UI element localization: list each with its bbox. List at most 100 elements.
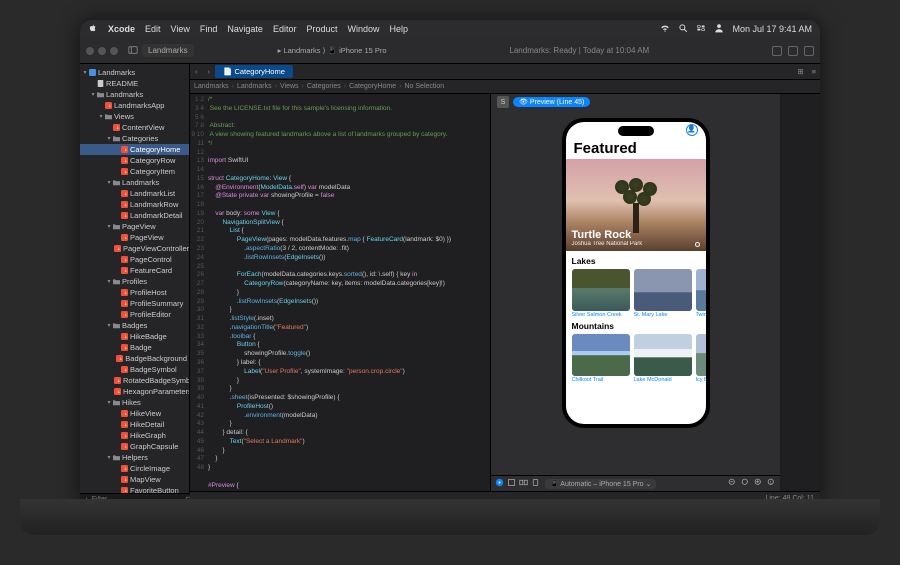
tree-item-landmarklist[interactable]: LandmarkList [80,188,189,199]
menu-window[interactable]: Window [347,24,379,34]
tree-item-hikedetail[interactable]: HikeDetail [80,419,189,430]
tree-item-badge[interactable]: Badge [80,342,189,353]
tree-item-landmarks[interactable]: ▾Landmarks [80,67,189,78]
user-icon[interactable] [714,23,724,35]
featured-hero[interactable]: Turtle Rock Joshua Tree National Park [566,159,706,251]
device-selector[interactable]: 📱 Automatic – iPhone 15 Pro ⌄ [545,479,656,489]
tree-item-views[interactable]: ▾Views [80,111,189,122]
tree-item-hikegraph[interactable]: HikeGraph [80,430,189,441]
landmark-card[interactable]: Silver Salmon Creek [572,269,630,318]
jump-bar[interactable]: Landmarks›Landmarks›Views›Categories›Cat… [190,80,820,94]
tree-item-categoryitem[interactable]: CategoryItem [80,166,189,177]
tree-item-profilesummary[interactable]: ProfileSummary [80,298,189,309]
landmark-card[interactable]: Icy Bay [696,334,706,383]
tree-item-hikes[interactable]: ▾Hikes [80,397,189,408]
menu-help[interactable]: Help [390,24,409,34]
tree-item-circleimage[interactable]: CircleImage [80,463,189,474]
run-destination[interactable]: ▸ Landmarks ⟩ 📱 iPhone 15 Pro [278,46,387,55]
tree-item-badges[interactable]: ▾Badges [80,320,189,331]
inspectors-toggle-icon[interactable] [804,46,814,56]
landmark-card[interactable]: St. Mary Lake [634,269,692,318]
editor-options-icon[interactable]: ≡ [808,67,820,76]
jumpbar-segment[interactable]: Views [280,83,299,90]
editor-layout-icon[interactable]: ⊞ [793,67,807,76]
tree-item-landmarks[interactable]: ▾Landmarks [80,177,189,188]
apple-icon[interactable] [88,23,98,35]
jumpbar-segment[interactable]: Landmarks [237,83,272,90]
active-tab[interactable]: 📄 CategoryHome [215,65,293,78]
tree-item-categories[interactable]: ▾Categories [80,133,189,144]
menu-navigate[interactable]: Navigate [227,24,263,34]
tree-item-pageview[interactable]: ▾PageView [80,221,189,232]
project-navigator[interactable]: ▾LandmarksREADME▾LandmarksLandmarksApp▾V… [80,64,190,493]
variants-icon[interactable] [519,478,528,489]
folder-icon [112,399,120,407]
landmark-caption: Lake McDonald [634,376,692,383]
window-controls[interactable] [86,47,118,55]
nav-back-icon[interactable]: ‹ [190,67,203,76]
control-center-icon[interactable] [696,23,706,35]
nav-forward-icon[interactable]: › [203,67,216,76]
tree-item-profilehost[interactable]: ProfileHost [80,287,189,298]
menu-product[interactable]: Product [306,24,337,34]
tree-item-hexagonparameters[interactable]: HexagonParameters [80,386,189,397]
source-editor[interactable]: 1 2 3 4 5 6 7 8 9 10 11 12 13 14 15 16 1… [190,94,490,491]
tree-item-pageview[interactable]: PageView [80,232,189,243]
tree-item-categoryhome[interactable]: CategoryHome [80,144,189,155]
tree-item-featurecard[interactable]: FeatureCard [80,265,189,276]
menu-editor[interactable]: Editor [273,24,297,34]
jumpbar-segment[interactable]: No Selection [404,83,444,90]
editor-options-icon[interactable] [788,46,798,56]
zoom-out-icon[interactable] [728,478,737,489]
tree-item-contentview[interactable]: ContentView [80,122,189,133]
tree-item-helpers[interactable]: ▾Helpers [80,452,189,463]
tree-item-graphcapsule[interactable]: GraphCapsule [80,441,189,452]
tree-item-pageviewcontroller[interactable]: PageViewController [80,243,189,254]
tree-item-landmarksapp[interactable]: LandmarksApp [80,100,189,111]
tree-item-mapview[interactable]: MapView [80,474,189,485]
category-row[interactable]: Silver Salmon CreekSt. Mary Lake Twin Lak… [566,267,706,320]
app-preview[interactable]: 👤 Featured Turtle Rock Joshua [566,122,706,424]
scheme-selector[interactable]: Landmarks [142,44,194,57]
tree-item-readme[interactable]: README [80,78,189,89]
menubar-clock[interactable]: Mon Jul 17 9:41 AM [732,24,812,34]
jumpbar-segment[interactable]: Categories [307,83,341,90]
search-icon[interactable] [678,23,688,35]
jumpbar-segment[interactable]: Landmarks [194,83,229,90]
preview-badge[interactable]: 👁 Preview (Line 45) [513,97,590,107]
jumpbar-segment[interactable]: CategoryHome [349,83,396,90]
tree-item-landmarks[interactable]: ▾Landmarks [80,89,189,100]
pin-icon[interactable]: S [497,96,509,108]
menu-find[interactable]: Find [200,24,218,34]
menu-view[interactable]: View [171,24,190,34]
sidebar-toggle-icon[interactable] [128,45,138,57]
app-menu[interactable]: Xcode [108,24,135,34]
device-settings-icon[interactable] [531,478,540,489]
tree-item-hikeview[interactable]: HikeView [80,408,189,419]
tree-item-landmarkdetail[interactable]: LandmarkDetail [80,210,189,221]
tree-item-pagecontrol[interactable]: PageControl [80,254,189,265]
tree-item-profiles[interactable]: ▾Profiles [80,276,189,287]
tree-item-landmarkrow[interactable]: LandmarkRow [80,199,189,210]
wifi-icon[interactable] [660,23,670,35]
selectable-preview-icon[interactable] [507,478,516,489]
menu-edit[interactable]: Edit [145,24,161,34]
dynamic-island [618,126,654,136]
landmark-card[interactable]: Chilkoot Trail [572,334,630,383]
tree-item-hikebadge[interactable]: HikeBadge [80,331,189,342]
zoom-in-icon[interactable] [754,478,763,489]
tree-item-badgesymbol[interactable]: BadgeSymbol [80,364,189,375]
landmark-card[interactable]: Twin Lake [696,269,706,318]
library-icon[interactable] [772,46,782,56]
zoom-actual-icon[interactable]: 1 [767,478,776,489]
profile-icon[interactable]: 👤 [686,124,698,136]
tree-item-profileeditor[interactable]: ProfileEditor [80,309,189,320]
zoom-fit-icon[interactable] [741,478,750,489]
landmark-card[interactable]: Lake McDonald [634,334,692,383]
category-row[interactable]: Chilkoot Trail Lake McDonald Icy Bay [566,332,706,385]
tree-item-categoryrow[interactable]: CategoryRow [80,155,189,166]
tree-item-rotatedbadgesymbol[interactable]: RotatedBadgeSymbol [80,375,189,386]
live-preview-icon[interactable] [495,478,504,489]
tree-item-favoritebutton[interactable]: FavoriteButton [80,485,189,493]
tree-item-badgebackground[interactable]: BadgeBackground [80,353,189,364]
